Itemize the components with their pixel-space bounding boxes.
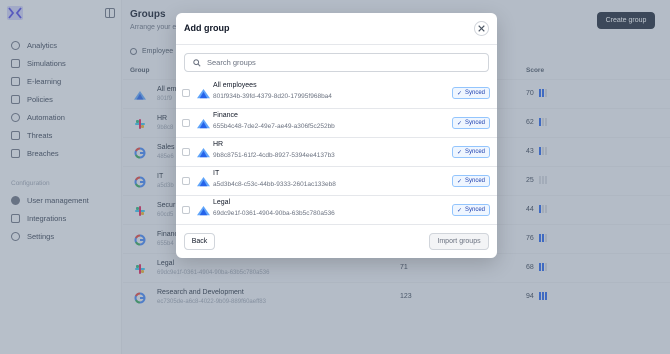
close-icon	[478, 25, 485, 32]
import-groups-button[interactable]: Import groups	[429, 233, 489, 250]
status-badge: ✓ Synced	[451, 146, 490, 158]
azure-icon	[197, 87, 210, 99]
group-option[interactable]: Finance 655b4c48-7de2-49e7-ae49-a306f5c25…	[176, 108, 497, 137]
group-name: IT	[213, 170, 220, 177]
group-guid: 655b4c48-7de2-49e7-ae49-a306f5c252bb	[213, 123, 335, 130]
group-guid: 9b8c8751-61f2-4cdb-8927-5394ee4137b3	[213, 152, 335, 159]
group-name: All employees	[213, 82, 257, 89]
status-badge: ✓ Synced	[451, 204, 490, 216]
group-option[interactable]: Legal 69dc9e1f-0361-4904-90ba-63b5c780a53…	[176, 195, 497, 224]
close-button[interactable]	[474, 21, 489, 36]
azure-icon	[197, 117, 210, 129]
group-guid: 69dc9e1f-0361-4904-90ba-63b5c780a536	[213, 210, 335, 217]
check-icon: ✓	[456, 120, 462, 127]
status-label: Synced	[464, 149, 485, 155]
azure-icon	[197, 146, 210, 158]
group-option[interactable]: All employees 801f934b-39fd-4379-8d20-179…	[176, 79, 497, 108]
check-icon: ✓	[456, 90, 462, 97]
group-option[interactable]: IT a5d3b4c8-c53c-44bb-9333-2601ac133eb8 ✓ S…	[176, 166, 497, 195]
dialog-title: Add group	[184, 23, 230, 33]
group-checkbox[interactable]	[182, 206, 190, 214]
divider	[176, 224, 497, 225]
group-guid: 801f934b-39fd-4379-8d20-17995f968ba4	[213, 93, 332, 100]
search-field[interactable]	[184, 53, 489, 72]
status-label: Synced	[464, 90, 485, 96]
status-label: Synced	[464, 120, 485, 126]
search-input[interactable]	[207, 55, 477, 70]
status-label: Synced	[464, 178, 485, 184]
group-name: Finance	[213, 112, 238, 119]
group-name: HR	[213, 141, 224, 148]
group-name: Legal	[213, 199, 231, 206]
group-checkbox[interactable]	[182, 148, 190, 156]
group-checkbox[interactable]	[182, 89, 190, 97]
status-label: Synced	[464, 207, 485, 213]
group-checkbox[interactable]	[182, 119, 190, 127]
status-badge: ✓ Synced	[451, 117, 490, 129]
check-icon: ✓	[456, 149, 462, 156]
search-icon	[193, 59, 201, 67]
group-checkbox[interactable]	[182, 177, 190, 185]
group-guid: a5d3b4c8-c53c-44bb-9333-2601ac133eb8	[213, 181, 336, 188]
check-icon: ✓	[456, 207, 462, 214]
status-badge: ✓ Synced	[451, 87, 490, 99]
add-group-dialog: Add group All employees 801f934b-39fd-437…	[176, 13, 497, 258]
divider	[176, 44, 497, 45]
status-badge: ✓ Synced	[451, 175, 490, 187]
back-button[interactable]: Back	[184, 233, 215, 250]
check-icon: ✓	[456, 178, 462, 185]
group-option[interactable]: HR 9b8c8751-61f2-4cdb-8927-5394ee4137b3 ✓ S…	[176, 137, 497, 166]
azure-icon	[197, 204, 210, 216]
azure-icon	[197, 175, 210, 187]
